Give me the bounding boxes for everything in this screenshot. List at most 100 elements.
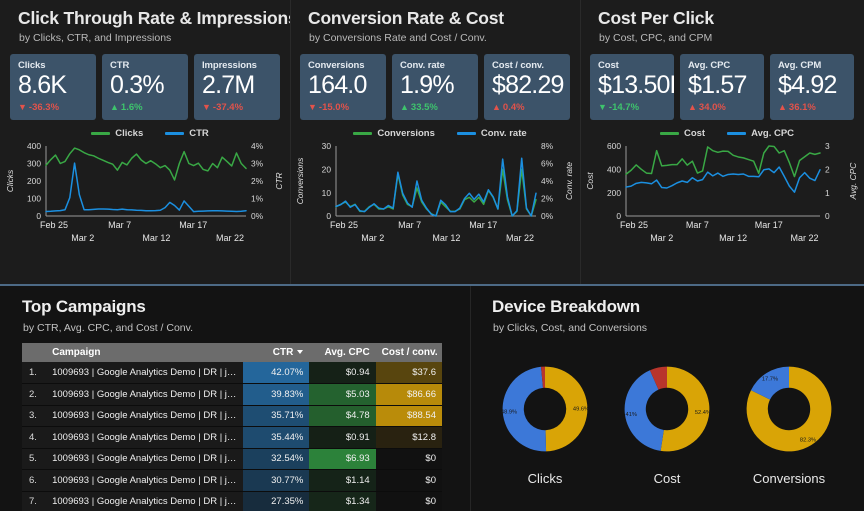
svg-text:Clicks: Clicks — [5, 169, 15, 192]
panel-subtitle: by Clicks, Cost, and Conversions — [493, 322, 648, 334]
panel-device-breakdown: Device Breakdown by Clicks, Cost, and Co… — [470, 286, 864, 511]
table-cell-avg-cpc: $0.91 — [309, 426, 376, 449]
table-cell-ctr: 42.07% — [243, 362, 310, 384]
kpi-delta: ▼ -15.0% — [308, 102, 378, 113]
svg-text:Mar 2: Mar 2 — [71, 233, 94, 243]
table-cell-cost-conv: $37.6 — [375, 362, 442, 384]
svg-text:CTR: CTR — [274, 172, 284, 189]
legend-swatch-green — [659, 131, 679, 135]
table-cell-campaign: 1009693 | Google Analytics Demo | DR | j… — [46, 426, 244, 449]
kpi-delta-value: 34.0% — [698, 101, 726, 113]
panel-title: Cost Per Click — [598, 8, 714, 28]
kpi-label: Impressions — [202, 60, 257, 71]
svg-text:0%: 0% — [541, 211, 554, 221]
legend-item[interactable]: CTR — [165, 128, 209, 139]
arrow-down-icon: ▼ — [308, 101, 317, 112]
legend-item[interactable]: Conversions — [353, 128, 435, 139]
donut-label: Cost — [653, 471, 681, 486]
donut-chart-clicks[interactable]: 49.6% 48.9% — [492, 356, 598, 462]
svg-text:Mar 12: Mar 12 — [142, 233, 170, 243]
table-row[interactable]: 7. 1009693 | Google Analytics Demo | DR |… — [22, 491, 442, 511]
table-row[interactable]: 4. 1009693 | Google Analytics Demo | DR |… — [22, 426, 442, 449]
table-cell-index: 7. — [22, 491, 47, 511]
kpi-value: 8.6K — [18, 71, 67, 99]
donut-clicks[interactable]: 49.6% 48.9% Clicks — [492, 356, 598, 486]
kpi-delta: ▲ 34.0% — [688, 102, 756, 113]
table-cell-campaign: 1009693 | Google Analytics Demo | DR | j… — [46, 469, 244, 492]
table-cell-index: 6. — [22, 469, 47, 492]
line-chart-conversions-convrate[interactable]: 01020300%2%4%6%8%Conversions Conv. rateFe… — [290, 140, 580, 262]
svg-text:Cost: Cost — [585, 171, 595, 189]
col-header-avg-cpc[interactable]: Avg. CPC — [309, 343, 376, 362]
table-row[interactable]: 1. 1009693 | Google Analytics Demo | DR |… — [22, 362, 442, 384]
table-row[interactable]: 6. 1009693 | Google Analytics Demo | DR |… — [22, 469, 442, 492]
panel-conversion-rate-cost: Conversion Rate & Cost by Conversions Ra… — [290, 0, 580, 284]
kpi-card-cost[interactable]: Cost $13.50K ▼-14.7% — [590, 54, 674, 120]
donut-slice-label: 82.3% — [800, 438, 816, 444]
panel-title: Conversion Rate & Cost — [308, 8, 504, 28]
table-cell-ctr: 30.77% — [243, 469, 310, 492]
kpi-delta-value: 0.4% — [502, 101, 525, 113]
legend-swatch-green — [91, 131, 111, 135]
donut-label: Conversions — [752, 471, 826, 486]
kpi-card-avg-cpm[interactable]: Avg. CPM $4.92 ▲ 36.1% — [770, 54, 854, 120]
kpi-value: 0.3% — [110, 71, 165, 99]
svg-text:400: 400 — [27, 141, 41, 151]
kpi-value: $1.57 — [688, 71, 747, 99]
col-header-campaign[interactable]: Campaign — [46, 343, 244, 362]
donut-chart-conversions[interactable]: 82.3% 17.7% — [736, 356, 842, 462]
table-cell-avg-cpc: $4.78 — [309, 405, 376, 427]
table-cell-index: 5. — [22, 448, 47, 470]
table-cell-campaign: 1009693 | Google Analytics Demo | DR | j… — [46, 362, 244, 384]
donut-cost[interactable]: 52.4% 41% Cost — [614, 356, 720, 486]
kpi-value: 164.0 — [308, 71, 367, 99]
arrow-down-icon: ▼ — [202, 101, 211, 112]
line-chart-clicks-ctr[interactable]: 01002003004000%1%2%3%4%Clicks CTRFeb 25Ma… — [0, 140, 290, 262]
donut-conversions[interactable]: 82.3% 17.7% Conversions — [736, 356, 842, 486]
kpi-card-impressions[interactable]: Impressions 2.7M ▼ -37.4% — [194, 54, 280, 120]
kpi-delta-value: -14.7% — [608, 101, 640, 113]
legend-item[interactable]: Cost — [659, 128, 705, 139]
legend-item[interactable]: Avg. CPC — [727, 128, 794, 139]
svg-text:Feb 25: Feb 25 — [40, 220, 68, 230]
svg-text:Feb 25: Feb 25 — [620, 220, 648, 230]
svg-text:Feb 25: Feb 25 — [330, 220, 358, 230]
table-cell-index: 3. — [22, 405, 47, 427]
col-header-index — [22, 343, 47, 362]
legend-item[interactable]: Conv. rate — [456, 128, 527, 139]
kpi-card-cost-per-conv[interactable]: Cost / conv. $82.29 ▲ 0.4% — [484, 54, 570, 120]
table-head: Campaign CTR Avg. CPC Cost / conv. — [22, 343, 442, 362]
kpi-card-clicks[interactable]: Clicks 8.6K ▼ -36.3% — [10, 54, 96, 120]
table-header-row: Campaign CTR Avg. CPC Cost / conv. — [22, 343, 442, 362]
svg-text:4%: 4% — [251, 141, 264, 151]
svg-text:Mar 7: Mar 7 — [108, 220, 131, 230]
table-row[interactable]: 5. 1009693 | Google Analytics Demo | DR |… — [22, 448, 442, 470]
kpi-card-conv-rate[interactable]: Conv. rate 1.9% ▲ 33.5% — [392, 54, 478, 120]
table-row[interactable]: 2. 1009693 | Google Analytics Demo | DR |… — [22, 383, 442, 406]
svg-text:20: 20 — [322, 164, 332, 174]
chart-legend: Conversions Conv. rate — [300, 128, 580, 139]
legend-item[interactable]: Clicks — [91, 128, 143, 139]
donut-label: Clicks — [527, 471, 563, 486]
kpi-card-conversions[interactable]: Conversions 164.0 ▼ -15.0% — [300, 54, 386, 120]
svg-text:Mar 12: Mar 12 — [719, 233, 747, 243]
table-row[interactable]: 3. 1009693 | Google Analytics Demo | DR |… — [22, 405, 442, 427]
col-header-ctr[interactable]: CTR — [243, 343, 310, 362]
line-chart-cost-avgcpc[interactable]: 02004006000123Cost Avg. CPCFeb 25Mar 2Mar… — [580, 140, 864, 262]
legend-swatch-blue — [165, 131, 185, 135]
col-header-cost-conv[interactable]: Cost / conv. — [375, 343, 442, 362]
donut-slice-label: 48.9% — [501, 409, 517, 415]
kpi-card-ctr[interactable]: CTR 0.3% ▲ 1.6% — [102, 54, 188, 120]
kpi-card-avg-cpc[interactable]: Avg. CPC $1.57 ▲ 34.0% — [680, 54, 764, 120]
svg-text:2: 2 — [825, 164, 830, 174]
kpi-card-group: Clicks 8.6K ▼ -36.3% CTR 0.3% ▲ 1.6% Impre… — [0, 44, 290, 120]
svg-text:Mar 22: Mar 22 — [506, 233, 534, 243]
table-cell-avg-cpc: $1.14 — [309, 469, 376, 492]
donut-chart-cost[interactable]: 52.4% 41% — [614, 356, 720, 462]
panel-title: Click Through Rate & Impressions — [18, 8, 298, 28]
table-cell-avg-cpc: $0.94 — [309, 362, 376, 384]
table-cell-ctr: 35.71% — [243, 405, 310, 427]
col-header-ctr-label: CTR — [272, 347, 294, 358]
kpi-card-group: Cost $13.50K ▼-14.7% Avg. CPC $1.57 ▲34.… — [580, 44, 864, 120]
svg-text:3%: 3% — [251, 158, 264, 168]
